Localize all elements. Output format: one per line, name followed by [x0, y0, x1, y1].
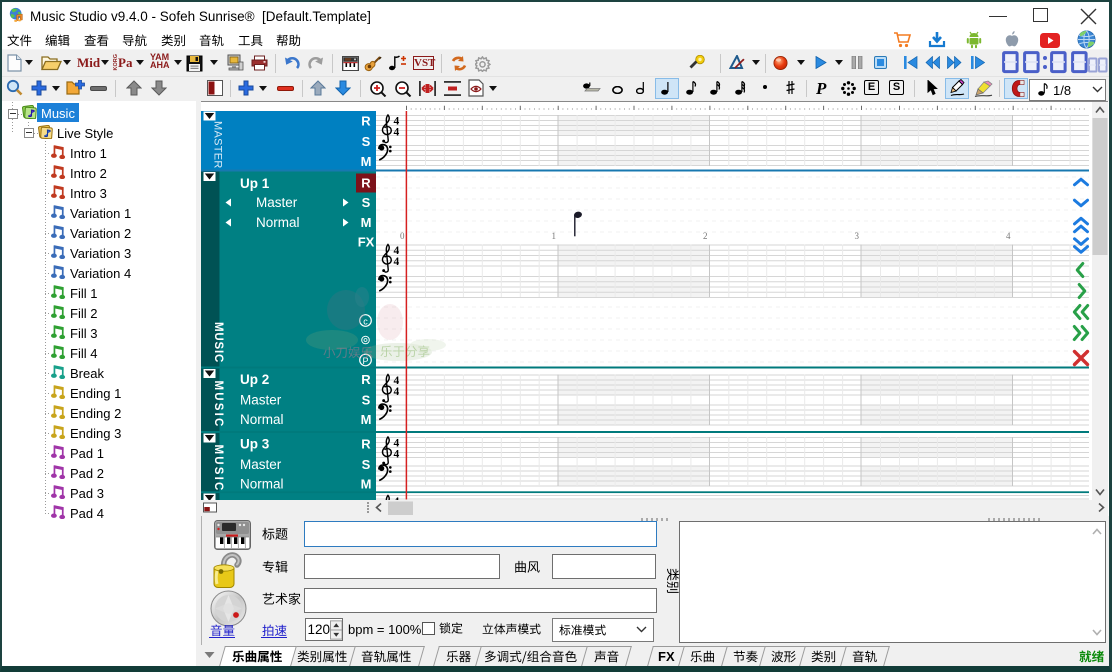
svg-text:M: M [361, 154, 372, 169]
svg-text:Master: Master [240, 393, 282, 408]
svg-text:Master: Master [256, 195, 298, 210]
svg-text:FX: FX [358, 235, 375, 250]
svg-text:Pa: Pa [118, 55, 133, 70]
svg-text:0: 0 [400, 231, 405, 241]
svg-text:Normal: Normal [240, 477, 284, 492]
svg-text:4: 4 [394, 256, 400, 268]
svg-text:R: R [361, 372, 371, 387]
svg-text:Normal: Normal [256, 215, 300, 230]
svg-text:M: M [361, 477, 372, 492]
svg-text:1: 1 [552, 231, 557, 241]
svg-text:M: M [361, 215, 372, 230]
svg-text:Up 3: Up 3 [240, 437, 270, 452]
svg-text:MUSIC: MUSIC [212, 381, 224, 429]
svg-text:MASTER: MASTER [212, 121, 224, 169]
svg-text:S: S [362, 393, 371, 408]
svg-text:4: 4 [394, 127, 400, 139]
svg-text:4: 4 [1006, 231, 1011, 241]
svg-text:MUSIC: MUSIC [212, 445, 224, 493]
svg-text:R: R [361, 114, 371, 129]
svg-text:M: M [361, 412, 372, 427]
svg-text:MUSIC: MUSIC [212, 322, 224, 363]
svg-text:Normal: Normal [240, 412, 284, 427]
svg-text:Up 1: Up 1 [240, 176, 270, 191]
svg-text:S: S [362, 134, 371, 149]
svg-text:R: R [361, 437, 371, 452]
svg-text:S: S [362, 195, 371, 210]
svg-text:4: 4 [394, 386, 400, 398]
svg-text:4: 4 [394, 449, 400, 461]
svg-text:3: 3 [855, 231, 860, 241]
svg-text:Master: Master [240, 457, 282, 472]
svg-text:R: R [361, 176, 371, 191]
svg-text:S: S [362, 457, 371, 472]
svg-text:c: c [363, 317, 368, 327]
svg-text:Up 2: Up 2 [240, 372, 269, 387]
svg-text:2: 2 [703, 231, 708, 241]
